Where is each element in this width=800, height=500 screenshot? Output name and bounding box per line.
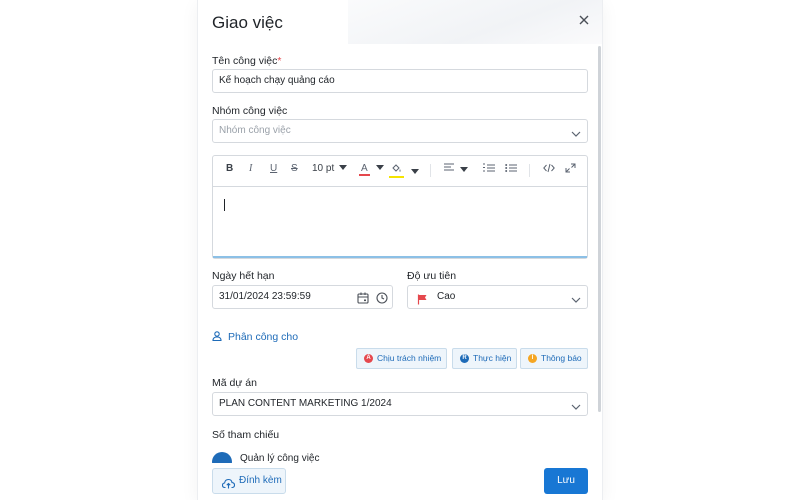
highlight-color-button[interactable] (389, 163, 419, 178)
cloud-upload-icon (221, 475, 236, 499)
scrollbar[interactable] (598, 46, 601, 412)
code-view-button[interactable] (543, 163, 555, 176)
align-left-icon (444, 163, 454, 171)
role-informed-button[interactable]: I Thông báo (520, 348, 588, 369)
flag-icon (417, 292, 428, 314)
align-button[interactable] (444, 163, 468, 176)
caret-down-icon (459, 167, 468, 172)
role-accountable-label: Chịu trách nhiệm (377, 353, 442, 363)
required-mark: * (277, 55, 282, 67)
due-date-input[interactable]: 31/01/2024 23:59:59 (212, 285, 393, 309)
toolbar-divider (430, 164, 431, 177)
expand-icon (565, 163, 576, 173)
role-accountable-button[interactable]: A Chịu trách nhiệm (356, 348, 448, 369)
project-code-value: PLAN CONTENT MARKETING 1/2024 (219, 398, 392, 409)
text-cursor (224, 199, 225, 211)
bullet-list-icon (505, 164, 517, 172)
project-code-label: Mã dự án (212, 377, 257, 389)
chevron-down-icon (571, 292, 581, 303)
save-button[interactable]: Lưu (544, 468, 588, 494)
calendar-icon[interactable] (357, 291, 369, 313)
toolbar-divider (529, 164, 530, 177)
close-icon[interactable] (576, 12, 592, 28)
task-name-input[interactable]: Kế hoạch chạy quảng cáo (212, 69, 588, 93)
due-date-label: Ngày hết hạn (212, 270, 275, 282)
ordered-list-icon (483, 163, 495, 172)
project-code-select[interactable]: PLAN CONTENT MARKETING 1/2024 (212, 392, 588, 416)
description-editor: B I U S 10 pt A (212, 155, 588, 259)
role-accountable-badge: A (364, 354, 373, 363)
assign-to-link[interactable]: Phân công cho (212, 331, 298, 344)
task-group-select[interactable]: Nhóm công việc (212, 119, 588, 143)
caret-down-icon (376, 165, 385, 170)
priority-label: Độ ưu tiên (407, 270, 457, 282)
reference-label: Số tham chiếu (212, 429, 280, 441)
task-name-label: Tên công việc* (212, 55, 282, 67)
assign-task-dialog: Giao việc Tên công việc* Kế hoạch chạy q… (198, 0, 602, 500)
text-color-letter: A (359, 163, 370, 176)
chevron-down-icon (571, 126, 581, 137)
clock-icon[interactable] (376, 291, 388, 313)
paint-bucket-icon (389, 163, 404, 178)
bullet-list-button[interactable] (505, 163, 517, 176)
italic-button[interactable]: I (249, 163, 252, 174)
task-group-label: Nhóm công việc (212, 105, 288, 117)
role-informed-label: Thông báo (541, 353, 582, 363)
due-date-value: 31/01/2024 23:59:59 (219, 291, 311, 302)
role-informed-badge: I (528, 354, 537, 363)
dialog-title: Giao việc (212, 13, 283, 32)
underline-button[interactable]: U (270, 163, 277, 174)
task-group-placeholder: Nhóm công việc (219, 125, 291, 136)
task-name-value: Kế hoạch chạy quảng cáo (219, 75, 335, 86)
code-icon (543, 163, 555, 173)
chevron-down-icon (571, 399, 581, 410)
attach-label: Đính kèm (239, 475, 282, 486)
text-color-button[interactable]: A (359, 163, 385, 176)
person-icon (212, 331, 222, 344)
assign-to-label: Phân công cho (228, 331, 299, 343)
priority-value: Cao (437, 291, 456, 302)
role-responsible-button[interactable]: R Thực hiện (452, 348, 518, 369)
font-size-select[interactable]: 10 pt (312, 163, 348, 174)
attach-button[interactable]: Đính kèm (212, 468, 286, 494)
strikethrough-button[interactable]: S (291, 163, 298, 174)
priority-select[interactable]: Cao (407, 285, 588, 309)
editor-content-area[interactable] (213, 186, 587, 258)
role-responsible-label: Thực hiện (473, 353, 512, 363)
caret-down-icon (410, 169, 419, 174)
font-size-value: 10 pt (312, 163, 335, 174)
bold-button[interactable]: B (226, 163, 233, 174)
ordered-list-button[interactable] (483, 163, 495, 176)
role-responsible-badge: R (460, 354, 469, 363)
header-background (348, 0, 602, 44)
fullscreen-button[interactable] (565, 163, 576, 176)
